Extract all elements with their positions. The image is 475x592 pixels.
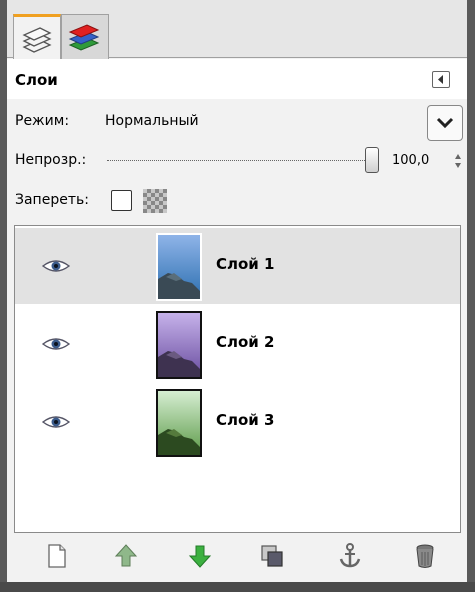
opacity-row: Непрозр.: 100,0 — [7, 145, 467, 177]
channels-tab-icon — [68, 24, 100, 51]
lock-alpha-toggle[interactable] — [143, 189, 167, 213]
duplicate-layer-icon[interactable] — [257, 541, 287, 571]
layers-toolbar — [7, 537, 467, 577]
window-border-left — [0, 0, 7, 592]
layer-thumbnail-image — [158, 391, 200, 455]
layer-row[interactable]: Слой 1 — [15, 228, 460, 304]
layer-thumbnail — [156, 389, 202, 457]
opacity-label: Непрозр.: — [15, 152, 87, 168]
opacity-slider-track[interactable] — [107, 160, 377, 161]
raise-layer-icon[interactable] — [111, 541, 141, 571]
layers-list: Слой 1 Слой 2 Слой 3 — [14, 225, 461, 533]
lock-row: Запереть: — [7, 185, 467, 217]
opacity-value[interactable]: 100,0 — [392, 153, 429, 168]
opacity-slider-handle[interactable] — [365, 147, 379, 173]
mode-label: Режим: — [15, 113, 70, 129]
layer-name[interactable]: Слой 2 — [216, 333, 274, 351]
layer-row[interactable]: Слой 2 — [15, 306, 460, 382]
layers-tab-icon — [22, 27, 52, 53]
new-layer-icon[interactable] — [41, 541, 71, 571]
layer-thumbnail — [156, 311, 202, 379]
layers-dock-window: Слои Режим: Нормальный Непрозр.: 100,0 З… — [0, 0, 475, 592]
triangle-left-icon — [438, 75, 443, 84]
layer-name[interactable]: Слой 1 — [216, 255, 274, 273]
delete-layer-icon[interactable] — [410, 541, 440, 571]
chevron-down-icon — [436, 117, 454, 129]
spin-arrows-icon[interactable] — [454, 151, 462, 171]
tab-layers[interactable] — [13, 14, 61, 60]
eye-icon[interactable] — [41, 414, 71, 430]
lock-label: Запереть: — [15, 192, 89, 208]
dialog-header: Слои — [7, 59, 467, 99]
dock-tab-bar — [7, 0, 467, 60]
mode-row: Режим: Нормальный — [7, 103, 467, 143]
window-border-right — [467, 0, 475, 592]
layer-thumbnail-image — [158, 313, 200, 377]
layers-panel: Слои Режим: Нормальный Непрозр.: 100,0 З… — [7, 0, 467, 582]
dialog-menu-button[interactable] — [432, 71, 450, 88]
lower-layer-icon[interactable] — [185, 541, 215, 571]
tab-channels[interactable] — [61, 14, 109, 59]
layer-row[interactable]: Слой 3 — [15, 384, 460, 460]
dialog-title: Слои — [15, 71, 58, 89]
mode-select-value[interactable]: Нормальный — [105, 113, 199, 129]
layer-thumbnail — [156, 233, 202, 301]
mode-dropdown-button[interactable] — [427, 105, 463, 141]
lock-pixels-checkbox[interactable] — [111, 190, 132, 211]
eye-icon[interactable] — [41, 258, 71, 274]
layer-thumbnail-image — [158, 235, 200, 299]
layer-name[interactable]: Слой 3 — [216, 411, 274, 429]
anchor-layer-icon[interactable] — [335, 541, 365, 571]
eye-icon[interactable] — [41, 336, 71, 352]
window-border-bottom — [0, 582, 475, 592]
